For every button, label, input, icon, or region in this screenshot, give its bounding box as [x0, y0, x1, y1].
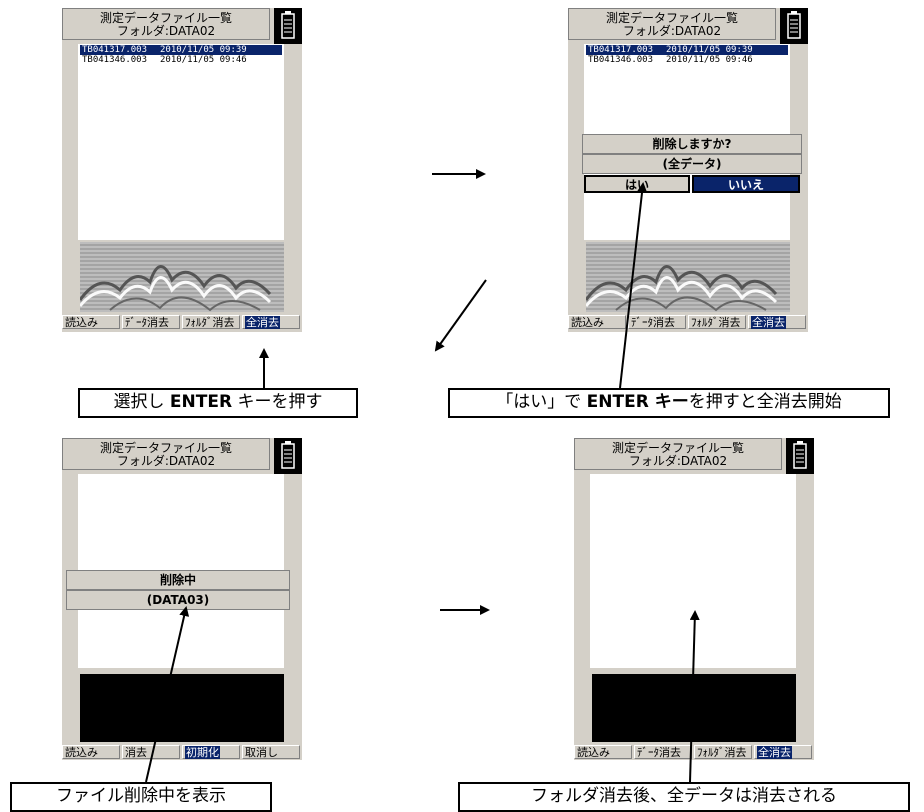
arrow-up-progress	[145, 606, 190, 783]
arrow-up-yes	[619, 182, 648, 389]
arrow-up-done	[689, 610, 700, 783]
arrow-diagonal	[434, 279, 487, 352]
flow-arrows	[145, 169, 700, 783]
